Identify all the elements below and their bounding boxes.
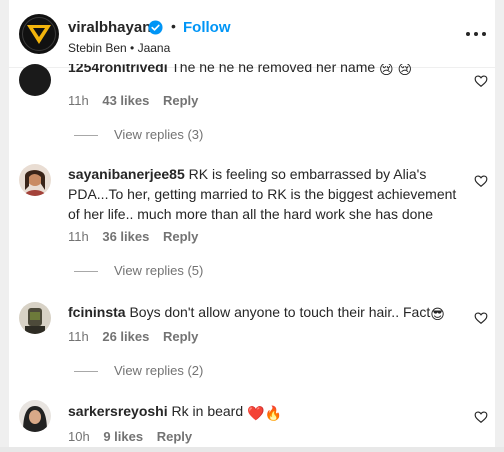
heart-outline-icon[interactable] [474,174,488,188]
comment-time[interactable]: 11h [68,229,89,244]
left-edge [0,0,9,452]
comment-meta: 11h 43 likes Reply [68,93,198,108]
follow-button[interactable]: Follow [183,19,231,36]
comment-meta: 11h 26 likes Reply [68,329,198,344]
comment-text-line1: RK is feeling so embarrassed by Alia's [188,166,427,182]
reply-button[interactable]: Reply [163,229,198,244]
post-header: viralbhayani • Follow Stebin Ben • Jaana [9,0,495,68]
comments-panel: viralbhayani • Follow Stebin Ben • Jaana… [0,0,504,452]
comment-username[interactable]: 1254ronitrivedi [68,64,168,75]
comment-emoji: 😢 😢 [379,64,413,77]
commenter-avatar[interactable] [19,302,51,334]
comment-time[interactable]: 11h [68,93,89,108]
comment-time[interactable]: 10h [68,429,90,444]
comment-username[interactable]: fcininsta [68,304,126,320]
view-replies-button[interactable]: View replies (2) [74,363,203,378]
account-username[interactable]: viralbhayani [68,19,156,36]
heart-outline-icon[interactable] [474,311,488,325]
comment-emoji: 😎 [430,306,445,322]
reply-button[interactable]: Reply [157,429,192,444]
commenter-avatar[interactable] [19,164,51,196]
comment-body: fcininsta Boys don't allow anyone to tou… [68,302,445,324]
comment-body: sayanibanerjee85 RK is feeling so embarr… [68,164,426,184]
verified-badge-icon [148,20,163,35]
v-logo-icon [27,25,51,44]
comment-likes[interactable]: 36 likes [102,229,149,244]
commenter-avatar[interactable] [19,64,51,96]
comment-meta: 10h 9 likes Reply [68,429,192,444]
view-replies-button[interactable]: View replies (5) [74,263,203,278]
reply-button[interactable]: Reply [163,329,198,344]
account-avatar[interactable] [19,14,59,54]
view-replies-label: View replies (2) [114,363,204,378]
comment-emoji: ❤️🔥 [247,405,282,421]
replies-divider [74,271,98,273]
comment-body: 1254ronitrivedi The he he he removed her… [68,64,412,78]
replies-divider [74,371,98,373]
commenter-avatar[interactable] [19,400,51,432]
comment-body: sarkersreyoshi Rk in beard ❤️🔥 [68,401,282,423]
comment-text: Rk in beard [171,403,244,419]
reply-button[interactable]: Reply [163,93,198,108]
view-replies-button[interactable]: View replies (3) [74,127,203,142]
replies-divider [74,135,98,137]
view-replies-label: View replies (3) [114,127,204,142]
comment-username[interactable]: sayanibanerjee85 [68,166,185,182]
comment-text: Boys don't allow anyone to touch their h… [129,304,431,320]
comment-text-line2: PDA...To her, getting married to RK is t… [68,186,457,202]
comment-likes[interactable]: 43 likes [102,93,149,108]
header-separator: • [171,18,176,34]
comment-text: The he he he removed her name [171,64,376,75]
view-replies-label: View replies (5) [114,263,204,278]
comment-likes[interactable]: 26 likes [102,329,149,344]
more-options-icon[interactable] [466,26,486,42]
right-edge [495,0,504,452]
comment-text-line3: of her life.. much more than all the har… [68,206,433,222]
bottom-edge [0,447,504,452]
audio-subtitle[interactable]: Stebin Ben • Jaana [68,41,170,55]
heart-outline-icon[interactable] [474,410,488,424]
heart-outline-icon[interactable] [474,74,488,88]
comment-time[interactable]: 11h [68,329,89,344]
comment-meta: 11h 36 likes Reply [68,229,198,244]
comment-username[interactable]: sarkersreyoshi [68,403,168,419]
comment-likes[interactable]: 9 likes [103,429,143,444]
